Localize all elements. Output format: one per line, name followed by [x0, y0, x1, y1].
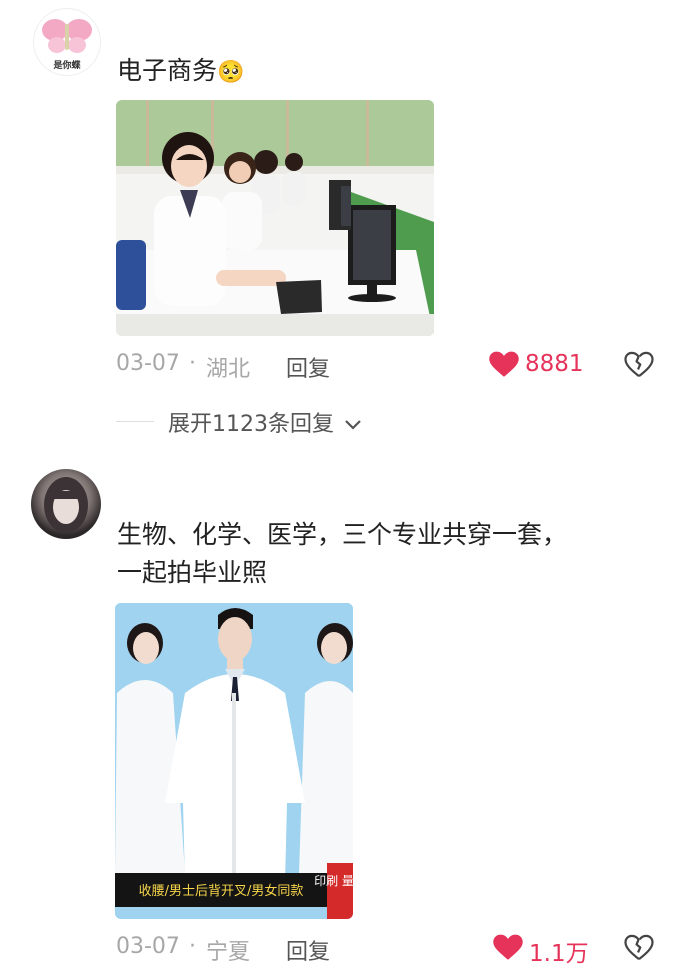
reply-button[interactable]: 回复	[286, 351, 330, 383]
comment-text[interactable]: 生物、化学、医学，三个专业共穿一套， 一起拍毕业照	[117, 516, 567, 592]
call-center-photo	[116, 100, 434, 336]
avatar[interactable]: 是你蝶	[33, 8, 101, 76]
pleading-emoji-icon: 🥺	[217, 60, 245, 85]
chevron-down-icon	[345, 420, 361, 430]
comment-location: 湖北	[206, 357, 251, 382]
comment-date: 03-07	[116, 934, 180, 959]
avatar[interactable]	[31, 469, 101, 539]
image-corner-text: 印刷 量大	[314, 874, 353, 888]
divider	[116, 421, 154, 422]
image-banner-text: 收腰/男士后背开叉/男女同款	[139, 883, 304, 899]
expand-replies-button[interactable]: 展开1123条回复	[168, 406, 363, 438]
like-count: 1.1万	[529, 941, 589, 967]
broken-heart-icon[interactable]	[624, 351, 654, 378]
comment-image[interactable]: 收腰/男士后背开叉/男女同款 印刷 量大	[115, 603, 353, 919]
heart-icon[interactable]	[493, 934, 523, 961]
lab-coat-photo: 收腰/男士后背开叉/男女同款 印刷 量大	[115, 603, 353, 919]
comment-location: 宁夏	[206, 940, 251, 965]
heart-icon[interactable]	[489, 351, 519, 378]
meta-separator: ·	[189, 351, 196, 376]
comment-text[interactable]: 电子商务🥺	[117, 52, 244, 92]
butterfly-icon	[42, 19, 92, 53]
comment-date: 03-07	[116, 351, 180, 376]
user-photo	[44, 477, 88, 533]
like-count: 8881	[525, 351, 584, 377]
comment-image[interactable]	[116, 100, 434, 336]
broken-heart-icon[interactable]	[624, 934, 654, 961]
meta-separator: ·	[189, 934, 196, 959]
avatar-caption: 是你蝶	[53, 61, 81, 71]
reply-button[interactable]: 回复	[286, 934, 330, 966]
